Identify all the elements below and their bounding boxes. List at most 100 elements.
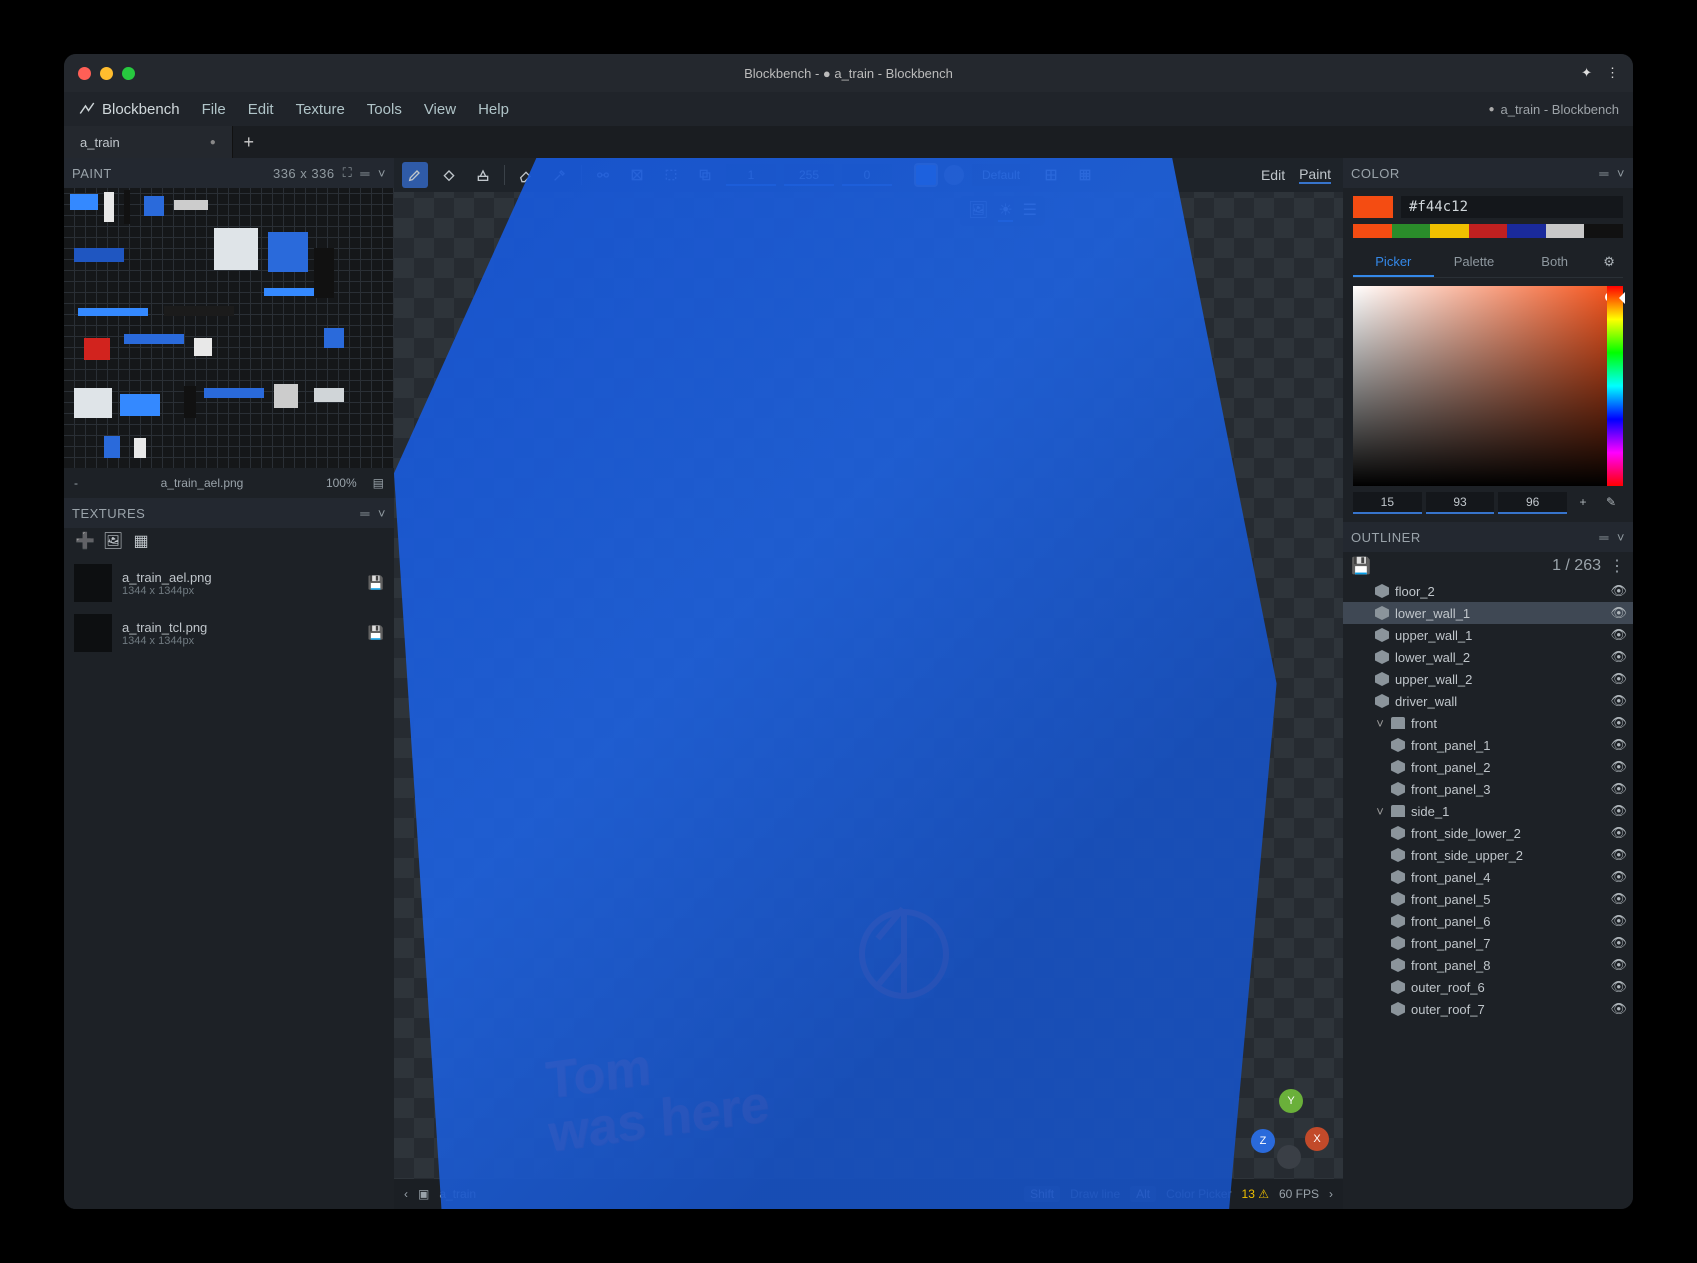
recent-colors[interactable] [1353, 224, 1623, 238]
blend-mode-select[interactable]: Default [972, 164, 1030, 186]
tab-palette[interactable]: Palette [1434, 248, 1515, 277]
brush-tool[interactable] [402, 162, 428, 188]
outliner-item[interactable]: ˅ front 👁 [1343, 712, 1633, 734]
visibility-icon[interactable]: 👁 [1610, 759, 1627, 775]
color-swatch[interactable] [1353, 196, 1393, 218]
breadcrumb-root-icon[interactable]: ▣ [418, 1187, 429, 1201]
breadcrumb-back-icon[interactable]: ‹ [404, 1187, 408, 1201]
collapse-icon[interactable]: ˅ [378, 506, 386, 521]
outliner-item[interactable]: driver_wall 👁 [1343, 690, 1633, 712]
visibility-icon[interactable]: 👁 [1610, 869, 1627, 885]
selection-tool[interactable] [658, 162, 684, 188]
visibility-icon[interactable]: 👁 [1610, 693, 1627, 709]
breadcrumb-file[interactable]: a_train [439, 1187, 476, 1201]
overlay-image-icon[interactable]: 🖼 [968, 200, 988, 222]
save-texture-icon[interactable]: 💾 [368, 575, 384, 591]
outliner-item[interactable]: upper_wall_1 👁 [1343, 624, 1633, 646]
visibility-icon[interactable]: 👁 [1610, 913, 1627, 929]
menu-file[interactable]: File [202, 101, 226, 118]
visibility-icon[interactable]: 👁 [1610, 737, 1627, 753]
outliner-root-icon[interactable]: 💾 [1351, 556, 1371, 576]
shape-tool[interactable] [470, 162, 496, 188]
hue-slider[interactable] [1607, 286, 1623, 486]
copy-tool[interactable] [692, 162, 718, 188]
visibility-icon[interactable]: 👁 [1610, 891, 1627, 907]
warning-count[interactable]: 13 ⚠ [1242, 1187, 1269, 1201]
visibility-icon[interactable]: 👁 [1610, 649, 1627, 665]
pixel-grid-button[interactable] [1038, 162, 1064, 188]
app-logo[interactable]: Blockbench [78, 100, 180, 118]
brush-size-input[interactable]: 1 [726, 164, 776, 186]
uv-editor[interactable] [64, 188, 394, 468]
outliner-item[interactable]: lower_wall_2 👁 [1343, 646, 1633, 668]
tab-both[interactable]: Both [1514, 248, 1595, 277]
panel-options-icon[interactable]: ═ [1599, 166, 1609, 181]
collapse-icon[interactable]: ˅ [1617, 530, 1625, 545]
hex-input[interactable] [1401, 196, 1623, 218]
lock-alpha-tool[interactable] [624, 162, 650, 188]
brush-shape-circle[interactable] [944, 165, 964, 185]
add-color-icon[interactable]: + [1571, 492, 1595, 514]
visibility-icon[interactable]: 👁 [1610, 1001, 1627, 1017]
axis-gizmo[interactable]: Y Z X [1251, 1089, 1331, 1169]
outliner-item[interactable]: front_panel_5 👁 [1343, 888, 1633, 910]
brush-opacity-input[interactable]: 255 [784, 164, 834, 186]
grid-view-button[interactable]: ▦ [132, 532, 150, 550]
outliner-item[interactable]: front_panel_7 👁 [1343, 932, 1633, 954]
eyedropper-tool[interactable] [547, 162, 573, 188]
import-texture-button[interactable]: 🖼 [104, 532, 122, 550]
swatch[interactable] [1469, 224, 1508, 238]
visibility-icon[interactable]: 👁 [1610, 957, 1627, 973]
maximize-button[interactable] [122, 67, 135, 80]
close-button[interactable] [78, 67, 91, 80]
outliner-item[interactable]: upper_wall_2 👁 [1343, 668, 1633, 690]
outliner-item[interactable]: front_panel_6 👁 [1343, 910, 1633, 932]
visibility-icon[interactable]: 👁 [1610, 847, 1627, 863]
grid-toggle-button[interactable] [1072, 162, 1098, 188]
minimize-button[interactable] [100, 67, 113, 80]
extension-icon[interactable]: ✦ [1581, 65, 1592, 81]
tab-picker[interactable]: Picker [1353, 248, 1434, 277]
swatch[interactable] [1353, 224, 1392, 238]
mode-edit[interactable]: Edit [1261, 167, 1285, 183]
brush-shape-square[interactable] [916, 165, 936, 185]
overlay-settings-icon[interactable]: ☰ [1023, 200, 1037, 222]
visibility-icon[interactable]: 👁 [1610, 781, 1627, 797]
outliner-item[interactable]: front_panel_4 👁 [1343, 866, 1633, 888]
l-value[interactable]: 96 [1498, 492, 1567, 514]
menu-tools[interactable]: Tools [367, 101, 402, 118]
uv-zoom[interactable]: 100% [326, 476, 357, 490]
sv-picker[interactable] [1353, 286, 1623, 486]
chevron-down-icon[interactable]: ˅ [1375, 716, 1385, 731]
eraser-tool[interactable] [513, 162, 539, 188]
menu-edit[interactable]: Edit [248, 101, 274, 118]
more-icon[interactable]: ⋮ [1606, 65, 1619, 81]
hue-cursor[interactable] [1613, 292, 1625, 304]
swatch[interactable] [1507, 224, 1546, 238]
visibility-icon[interactable]: 👁 [1610, 583, 1627, 599]
outliner-item[interactable]: floor_2 👁 [1343, 580, 1633, 602]
collapse-icon[interactable]: ˅ [1617, 166, 1625, 181]
mode-paint[interactable]: Paint [1299, 166, 1331, 184]
visibility-icon[interactable]: 👁 [1610, 935, 1627, 951]
outliner-item[interactable]: outer_roof_6 👁 [1343, 976, 1633, 998]
swatch[interactable] [1392, 224, 1431, 238]
add-texture-button[interactable]: ➕ [76, 532, 94, 550]
menu-texture[interactable]: Texture [296, 101, 345, 118]
visibility-icon[interactable]: 👁 [1610, 803, 1627, 819]
visibility-icon[interactable]: 👁 [1610, 715, 1627, 731]
outliner-item[interactable]: outer_roof_7 👁 [1343, 998, 1633, 1020]
modified-file-badge[interactable]: a_train - Blockbench [1488, 102, 1619, 117]
panel-options-icon[interactable]: ═ [1599, 530, 1609, 545]
statusbar-forward-icon[interactable]: › [1329, 1187, 1333, 1201]
panel-options-icon[interactable]: ═ [360, 166, 370, 181]
uv-prev[interactable]: - [74, 476, 78, 490]
texture-item[interactable]: a_train_ael.png 1344 x 1344px 💾 [64, 558, 394, 608]
outliner-item[interactable]: front_panel_8 👁 [1343, 954, 1633, 976]
outliner-item[interactable]: front_panel_2 👁 [1343, 756, 1633, 778]
visibility-icon[interactable]: 👁 [1610, 627, 1627, 643]
save-texture-icon[interactable]: 💾 [368, 625, 384, 641]
eyedropper-icon[interactable]: ✎ [1599, 492, 1623, 514]
uv-layout-icon[interactable]: ▤ [373, 476, 384, 490]
panel-options-icon[interactable]: ═ [360, 506, 370, 521]
